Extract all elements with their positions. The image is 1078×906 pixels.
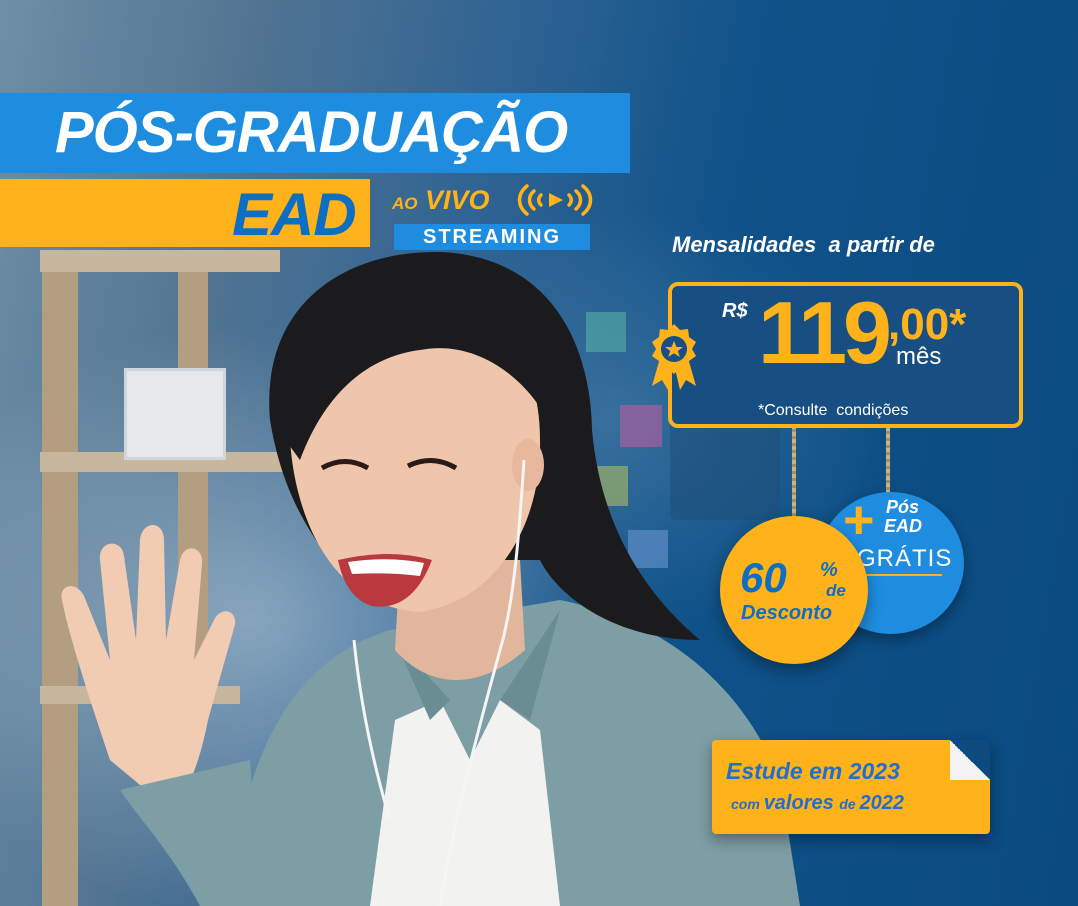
streaming-label: STREAMING	[394, 224, 590, 250]
promo-sticker	[712, 740, 990, 834]
discount-value: 60	[740, 554, 787, 601]
page-title: PÓS-GRADUAÇÃO	[55, 100, 568, 165]
sticker-valores: valores	[763, 792, 840, 814]
badge-ead-label: EAD	[884, 516, 923, 536]
rope	[886, 428, 890, 494]
currency-label: R$	[722, 300, 748, 322]
sticker-line-2: com valores de 2022	[731, 792, 904, 815]
price-period: mês	[896, 343, 942, 370]
ao-vivo-label: AO VIVO	[392, 185, 490, 216]
vivo-label: VIVO	[425, 185, 490, 215]
divider	[862, 574, 942, 576]
price-note: *Consulte condições	[758, 402, 909, 419]
ao-label: AO	[392, 194, 418, 213]
rope	[792, 428, 796, 520]
sticker-de: de	[839, 796, 860, 812]
price-amount: 119	[758, 283, 892, 382]
ead-label: EAD	[232, 181, 357, 248]
pricing-intro: Mensalidades a partir de	[672, 232, 935, 257]
sticker-corner-fold	[950, 740, 990, 780]
pos-label: Pós	[886, 497, 920, 517]
broadcast-waves-icon	[517, 184, 593, 216]
gratis-label: GRÁTIS	[857, 545, 953, 572]
discount-percent: %	[820, 559, 838, 581]
award-ribbon-icon	[652, 324, 696, 390]
discount-label: Desconto	[741, 602, 833, 624]
sticker-year: 2022	[859, 792, 905, 814]
discount-de: de	[826, 581, 846, 600]
sticker-com: com	[731, 796, 764, 812]
sticker-line-1: Estude em 2023	[726, 758, 900, 784]
